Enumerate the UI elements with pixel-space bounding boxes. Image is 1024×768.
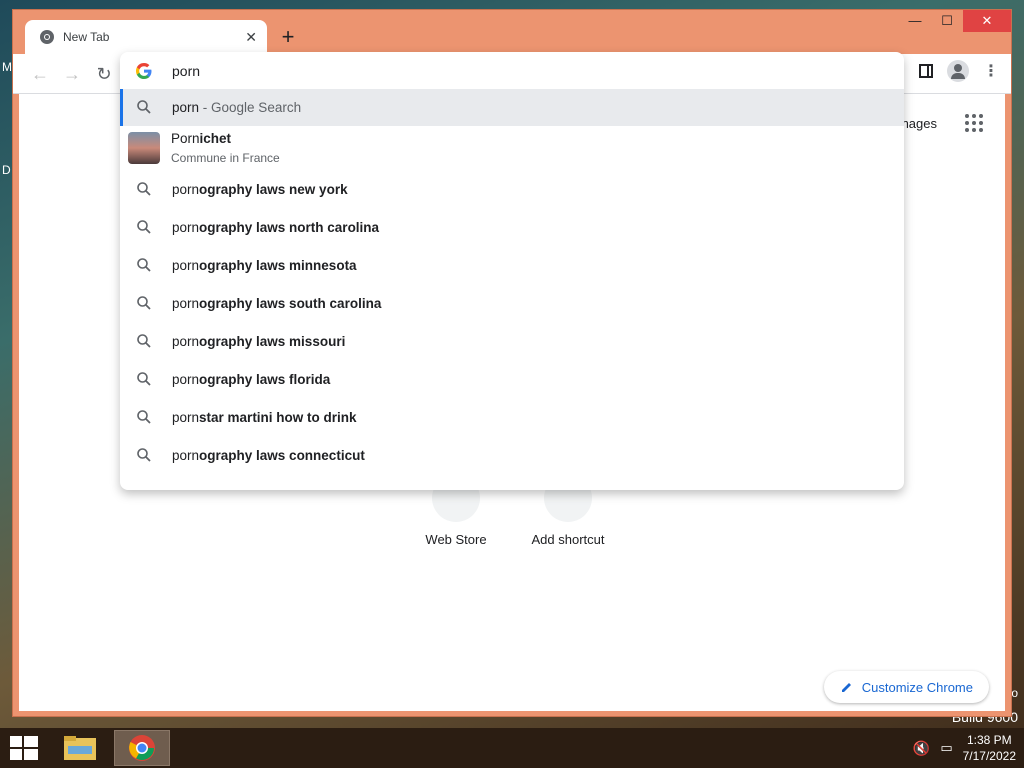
network-icon[interactable]: ▭: [940, 740, 952, 756]
search-icon: [136, 257, 152, 273]
suggestion-completion: star martini how to drink: [199, 409, 357, 425]
tab-title: New Tab: [63, 30, 110, 44]
chrome-icon: [129, 735, 155, 761]
suggestion-completion: ography laws missouri: [199, 333, 346, 349]
search-icon: [136, 295, 152, 311]
suggestion-item[interactable]: porn star martini how to drink: [120, 398, 904, 436]
omnibox-suggestions: porn - Google Search Pornichet Commune in …: [120, 52, 904, 490]
suggestion-completion: ography laws new york: [199, 181, 348, 197]
address-bar-input[interactable]: [172, 63, 772, 79]
window-controls: — ☐ ✕: [899, 10, 1011, 34]
shortcut-label: Web Store: [425, 532, 487, 547]
entity-title: Pornichet: [171, 131, 280, 146]
images-link[interactable]: nages: [902, 116, 937, 131]
forward-button[interactable]: →: [61, 63, 83, 85]
suggestion-item[interactable]: porn ography laws missouri: [120, 322, 904, 360]
suggestion-typed: porn: [172, 181, 200, 197]
suggestion-item[interactable]: porn ography laws north carolina: [120, 208, 904, 246]
minimize-button[interactable]: —: [899, 10, 931, 32]
search-icon: [136, 371, 152, 387]
search-icon: [136, 219, 152, 235]
suggestion-suffix: - Google Search: [199, 99, 302, 115]
suggestion-completion: ography laws minnesota: [199, 257, 357, 273]
suggestion-completion: ography laws south carolina: [199, 295, 382, 311]
suggestion-item[interactable]: porn ography laws south carolina: [120, 284, 904, 322]
omnibox[interactable]: [120, 53, 904, 89]
desktop-edge-text: D: [2, 163, 11, 177]
volume-muted-icon[interactable]: 🔇: [913, 740, 930, 757]
maximize-button[interactable]: ☐: [931, 10, 963, 32]
suggestion-completion: ography laws north carolina: [199, 219, 380, 235]
profile-icon[interactable]: [947, 60, 969, 82]
suggestion-item[interactable]: porn - Google Search: [120, 88, 904, 126]
new-tab-button[interactable]: +: [275, 24, 301, 50]
google-g-icon: [136, 63, 152, 79]
search-icon: [136, 99, 152, 115]
suggestion-typed: porn: [172, 333, 200, 349]
suggestion-typed: porn: [172, 99, 200, 115]
reload-button[interactable]: ↻: [93, 63, 115, 85]
suggestion-item[interactable]: porn ography laws florida: [120, 360, 904, 398]
tab-new-tab[interactable]: New Tab ✕: [25, 20, 267, 54]
side-panel-icon[interactable]: [919, 64, 933, 78]
search-icon: [136, 181, 152, 197]
search-icon: [136, 447, 152, 463]
suggestion-item[interactable]: porn ography laws connecticut: [120, 436, 904, 474]
suggestion-completion: ichet: [199, 131, 232, 146]
taskbar-chrome[interactable]: [114, 730, 170, 766]
suggestion-typed: porn: [172, 371, 200, 387]
pencil-icon: [841, 683, 851, 692]
title-bar: New Tab ✕ + — ☐ ✕: [13, 10, 1011, 54]
suggestion-typed: Porn: [171, 131, 200, 146]
suggestion-completion: ography laws connecticut: [199, 447, 365, 463]
suggestion-completion: ography laws florida: [199, 371, 331, 387]
suggestion-item[interactable]: porn ography laws new york: [120, 170, 904, 208]
chrome-favicon-icon: [40, 30, 54, 44]
folder-icon: [64, 736, 96, 760]
taskbar: 🔇 ▭ 1:38 PM 7/17/2022: [0, 728, 1024, 768]
suggestion-typed: porn: [172, 257, 200, 273]
suggestion-typed: porn: [172, 295, 200, 311]
clock[interactable]: 1:38 PM 7/17/2022: [963, 732, 1016, 764]
suggestion-typed: porn: [172, 219, 200, 235]
back-button[interactable]: ←: [29, 63, 51, 85]
customize-label: Customize Chrome: [861, 679, 973, 695]
toolbar-right: ⋮: [919, 60, 999, 82]
suggestion-entity[interactable]: Pornichet Commune in France: [120, 126, 904, 170]
customize-chrome-button[interactable]: Customize Chrome: [823, 671, 989, 703]
clock-time: 1:38 PM: [966, 733, 1012, 747]
desktop-edge-text: M: [2, 60, 12, 74]
suggestion-typed: porn: [172, 447, 200, 463]
entity-thumbnail: [128, 132, 160, 164]
entity-text: Pornichet Commune in France: [171, 131, 280, 165]
close-tab-icon[interactable]: ✕: [245, 29, 257, 46]
suggestion-item[interactable]: porn ography laws minnesota: [120, 246, 904, 284]
search-icon: [136, 333, 152, 349]
system-tray: 🔇 ▭ 1:38 PM 7/17/2022: [913, 732, 1016, 764]
close-window-button[interactable]: ✕: [963, 10, 1011, 32]
windows-start-button[interactable]: [10, 736, 38, 760]
desktop-edge-text: o: [1011, 686, 1018, 700]
suggestion-typed: porn: [172, 409, 200, 425]
shortcut-label: Add shortcut: [531, 532, 605, 547]
google-apps-icon[interactable]: [965, 114, 983, 132]
clock-date: 7/17/2022: [962, 749, 1016, 763]
search-icon: [136, 409, 152, 425]
taskbar-file-explorer[interactable]: [52, 730, 108, 766]
entity-subtitle: Commune in France: [171, 151, 280, 165]
chrome-menu-icon[interactable]: ⋮: [983, 61, 999, 81]
